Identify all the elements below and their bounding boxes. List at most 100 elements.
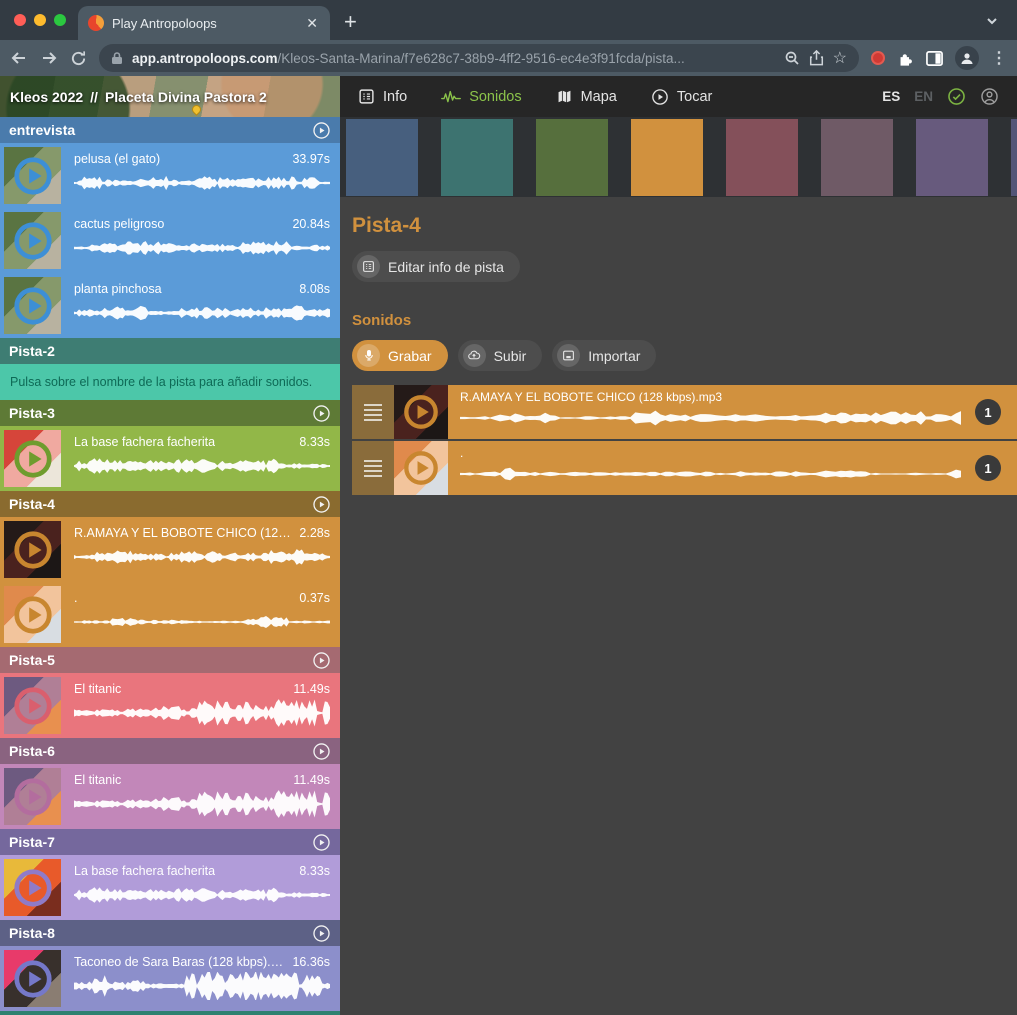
sound-row[interactable]: .1 [352, 441, 1017, 495]
record-icon[interactable] [871, 51, 885, 65]
track-swatch-Pista-5[interactable] [726, 119, 798, 196]
play-icon[interactable] [12, 594, 54, 636]
lang-en-button[interactable]: EN [914, 89, 933, 104]
clip-thumbnail[interactable] [4, 147, 61, 204]
clip-thumbnail[interactable] [4, 430, 61, 487]
clip-body: Taconeo de Sara Baras (128 kbps).mp316.3… [61, 953, 340, 1000]
play-icon[interactable] [12, 529, 54, 571]
play-icon[interactable] [12, 285, 54, 327]
zoom-icon[interactable] [784, 50, 800, 66]
play-circle-icon[interactable] [312, 833, 331, 852]
play-circle-icon[interactable] [312, 924, 331, 943]
sound-row[interactable]: R.AMAYA Y EL BOBOTE CHICO (128 kbps).mp3… [352, 385, 1017, 439]
play-icon[interactable] [12, 958, 54, 1000]
drag-handle-icon[interactable] [352, 441, 394, 495]
track-swatch-Pista-8[interactable] [1011, 119, 1017, 196]
project-header[interactable]: Kleos 2022 // Placeta Divina Pastora 2 [0, 76, 340, 117]
play-icon[interactable] [12, 155, 54, 197]
track-swatch-Pista-4[interactable] [631, 119, 703, 196]
track-header[interactable]: Pista-4 [0, 491, 340, 517]
window-minimize-button[interactable] [34, 14, 46, 26]
back-arrow-icon[interactable] [10, 49, 28, 67]
drag-handle-icon[interactable] [352, 385, 394, 439]
share-icon[interactable] [809, 50, 824, 66]
play-icon[interactable] [402, 449, 440, 487]
track-sidebar: entrevistapelusa (el gato)33.97scactus p… [0, 117, 340, 1015]
track-header[interactable]: Pista-2 [0, 338, 340, 364]
nav-item-info[interactable]: Info [358, 88, 407, 105]
new-tab-icon[interactable]: + [344, 11, 357, 33]
lang-es-button[interactable]: ES [882, 89, 900, 104]
window-close-button[interactable] [14, 14, 26, 26]
play-icon[interactable] [12, 438, 54, 480]
clip-row[interactable]: cactus peligroso20.84s [0, 208, 340, 273]
play-circle-icon[interactable] [312, 121, 331, 140]
clip-row[interactable]: El titanic11.49s [0, 764, 340, 829]
play-circle-icon[interactable] [312, 742, 331, 761]
forward-arrow-icon[interactable] [40, 49, 58, 67]
chevron-down-icon[interactable] [985, 14, 999, 28]
sound-thumbnail[interactable] [394, 385, 448, 439]
play-circle-icon[interactable] [312, 404, 331, 423]
url-bar[interactable]: app.antropoloops.com/Kleos-Santa-Marina/… [99, 44, 859, 72]
track-name: Pista-7 [9, 834, 55, 850]
profile-icon[interactable] [955, 46, 979, 70]
clip-thumbnail[interactable] [4, 950, 61, 1007]
play-icon[interactable] [12, 220, 54, 262]
track-header[interactable]: Pista-7 [0, 829, 340, 855]
track-header[interactable]: entrevista [0, 117, 340, 143]
clip-row[interactable]: pelusa (el gato)33.97s [0, 143, 340, 208]
clip-row[interactable]: La base fachera facherita8.33s [0, 426, 340, 491]
upload-sound-button[interactable]: Subir [458, 340, 543, 371]
track-header[interactable]: Pista-6 [0, 738, 340, 764]
play-icon[interactable] [402, 393, 440, 431]
breadcrumb-scene[interactable]: Placeta Divina Pastora 2 [105, 89, 267, 105]
track-header[interactable]: Pista-8 [0, 920, 340, 946]
clip-thumbnail[interactable] [4, 677, 61, 734]
track-header[interactable]: Pista-3 [0, 400, 340, 426]
nav-item-sonidos[interactable]: Sonidos [441, 89, 521, 105]
clip-body: planta pinchosa8.08s [61, 280, 340, 327]
track-header[interactable]: Pista-5 [0, 647, 340, 673]
clip-row[interactable]: El titanic11.49s [0, 673, 340, 738]
play-icon[interactable] [12, 867, 54, 909]
clip-thumbnail[interactable] [4, 277, 61, 334]
clip-thumbnail[interactable] [4, 521, 61, 578]
nav-item-mapa[interactable]: Mapa [556, 88, 617, 105]
edit-track-info-button[interactable]: Editar info de pista [352, 251, 520, 282]
extensions-icon[interactable] [897, 50, 914, 67]
play-icon[interactable] [12, 776, 54, 818]
play-icon[interactable] [12, 685, 54, 727]
clip-title: cactus peligroso [74, 217, 164, 231]
play-circle-icon[interactable] [312, 495, 331, 514]
check-circle-icon[interactable] [947, 87, 966, 106]
clip-row[interactable]: planta pinchosa8.08s [0, 273, 340, 338]
clip-row[interactable]: R.AMAYA Y EL BOBOTE CHICO (128 kbps)....… [0, 517, 340, 582]
track-swatch-Pista-3[interactable] [536, 119, 608, 196]
nav-item-tocar[interactable]: Tocar [651, 88, 712, 106]
clip-thumbnail[interactable] [4, 768, 61, 825]
clip-row[interactable]: La base fachera facherita8.33s [0, 855, 340, 920]
track-swatch-Pista-2[interactable] [441, 119, 513, 196]
track-swatch-Pista-7[interactable] [916, 119, 988, 196]
menu-kebab-icon[interactable]: ⋮ [991, 48, 1007, 68]
clip-thumbnail[interactable] [4, 859, 61, 916]
browser-tab[interactable]: Play Antropoloops ✕ [78, 6, 330, 40]
account-icon[interactable] [980, 87, 999, 106]
star-icon[interactable]: ☆ [833, 48, 847, 68]
play-circle-icon[interactable] [312, 651, 331, 670]
side-panel-icon[interactable] [926, 50, 943, 67]
sound-thumbnail[interactable] [394, 441, 448, 495]
track-swatch-entrevista[interactable] [346, 119, 418, 196]
clip-thumbnail[interactable] [4, 212, 61, 269]
clip-row[interactable]: .0.37s [0, 582, 340, 647]
import-sound-button[interactable]: Importar [552, 340, 656, 371]
breadcrumb-project[interactable]: Kleos 2022 [10, 89, 83, 105]
window-zoom-button[interactable] [54, 14, 66, 26]
record-sound-button[interactable]: Grabar [352, 340, 448, 371]
reload-icon[interactable] [70, 50, 87, 67]
clip-row[interactable]: Taconeo de Sara Baras (128 kbps).mp316.3… [0, 946, 340, 1011]
track-swatch-Pista-6[interactable] [821, 119, 893, 196]
close-icon[interactable]: ✕ [304, 15, 320, 32]
clip-thumbnail[interactable] [4, 586, 61, 643]
